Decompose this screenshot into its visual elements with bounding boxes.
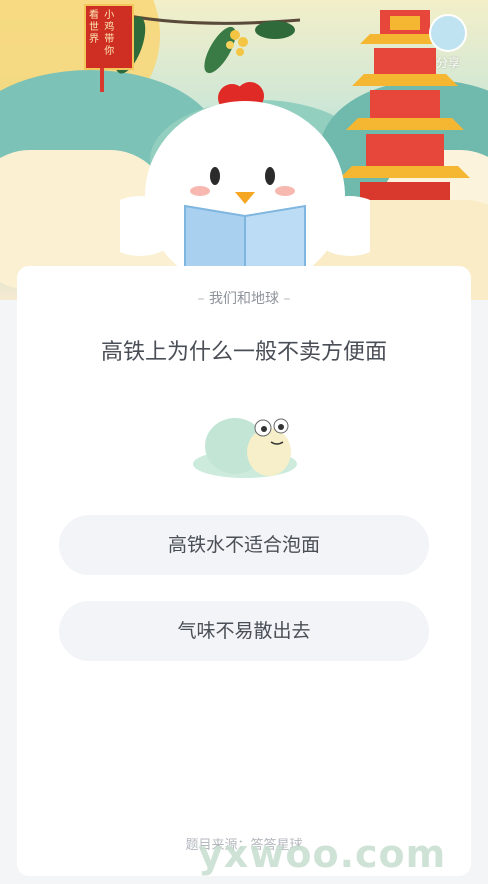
share-label: 分享 (435, 56, 460, 70)
divider: – (197, 291, 209, 307)
answer-option-1[interactable]: 高铁水不适合泡面 (59, 515, 429, 575)
answer-option-2[interactable]: 气味不易散出去 (59, 601, 429, 661)
category-label: 我们和地球 (209, 291, 279, 307)
hanging-tag: 看世界 小鸡带你 (84, 4, 134, 70)
divider: – (279, 291, 291, 307)
share-button[interactable]: 分享 (420, 14, 476, 70)
question-text: 高铁上为什么一般不卖方便面 (100, 340, 387, 365)
planet-share-icon (429, 14, 467, 52)
chicken-mascot-icon (120, 82, 370, 276)
quiz-category: – 我们和地球 – (17, 288, 471, 308)
site-watermark: yxwoo.com (198, 832, 447, 876)
tag-tassel (100, 68, 104, 92)
tag-text-column: 看世界 (89, 10, 99, 45)
snail-mascot-icon (193, 418, 297, 478)
header-banner: 看世界 小鸡带你 分享 (0, 0, 488, 300)
tag-text-column: 小鸡带你 (104, 10, 115, 57)
quiz-card: – 我们和地球 – 高铁上为什么一般不卖方便面 高铁水不适合泡面 气味不易散出去… (17, 266, 471, 876)
